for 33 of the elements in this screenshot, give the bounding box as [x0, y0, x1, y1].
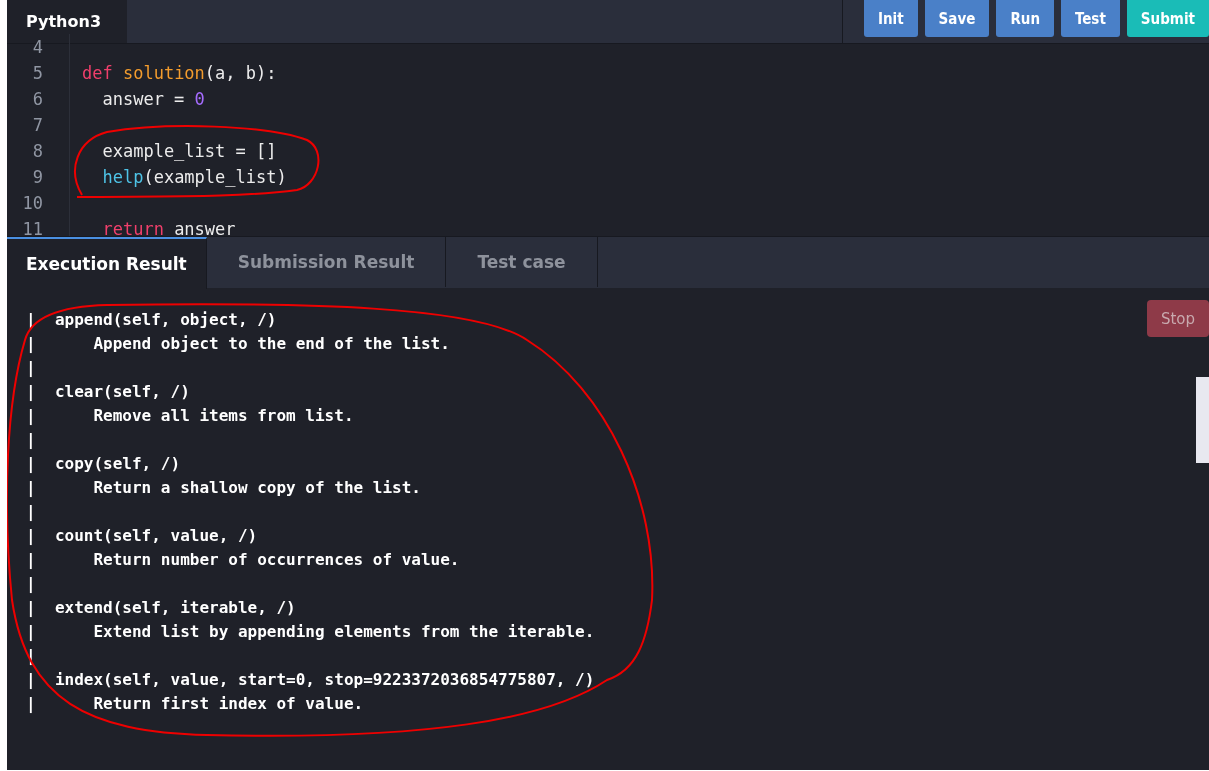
code-line: return answer — [101, 219, 236, 239]
output-line: | Return first index of value. — [26, 693, 364, 715]
output-line: | Return number of occurrences of value. — [26, 549, 460, 571]
output-line: | extend(self, iterable, /) — [26, 597, 296, 619]
toolbar-button[interactable]: Test — [1061, 0, 1120, 37]
line-number: 5 — [7, 60, 70, 86]
toolbar-button[interactable]: Run — [996, 0, 1054, 37]
code-line: def solution(a, b): — [82, 63, 277, 83]
code-line: answer = 0 — [101, 89, 205, 109]
line-number: 4 — [7, 34, 70, 60]
output-line: | index(self, value, start=0, stop=9223372036854775807, /) — [26, 669, 595, 691]
result-tab[interactable]: Execution Result — [7, 237, 207, 289]
output-line: | Append object to the end of the list. — [26, 333, 450, 355]
output-line: | count(self, value, /) — [26, 525, 258, 547]
output-line: | Extend list by appending elements from the iterable. — [26, 621, 595, 643]
toolbar-button[interactable]: Save — [924, 0, 990, 37]
output-line: | — [26, 357, 36, 379]
line-number: 7 — [7, 112, 70, 138]
code-line: help(example_list) — [101, 167, 287, 187]
line-number: 10 — [7, 190, 70, 216]
output-line: | — [26, 573, 36, 595]
toolbar-button[interactable]: Init — [863, 0, 918, 37]
output-line: | — [26, 429, 36, 451]
toolbar-button[interactable]: Submit — [1126, 0, 1209, 37]
output-line: | Return a shallow copy of the list. — [26, 477, 421, 499]
output-line: | — [26, 501, 36, 523]
output-line: | Remove all items from list. — [26, 405, 354, 427]
output-line: | clear(self, /) — [26, 381, 190, 403]
line-number: 9 — [7, 164, 70, 190]
line-number: 8 — [7, 138, 70, 164]
line-number: 6 — [7, 86, 70, 112]
code-line: example_list = [] — [101, 141, 277, 161]
output-line: | copy(self, /) — [26, 453, 181, 475]
